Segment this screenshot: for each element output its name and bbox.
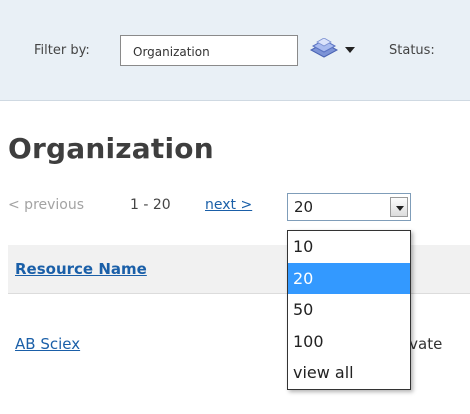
page-size-value: 20 xyxy=(294,198,314,216)
page-size-option-50[interactable]: 50 xyxy=(288,294,410,326)
page-size-option-10[interactable]: 10 xyxy=(288,231,410,263)
page-size-option-20[interactable]: 20 xyxy=(288,262,410,295)
filter-input[interactable]: Organization xyxy=(120,35,298,66)
page-size-select[interactable]: 20 xyxy=(287,193,411,221)
page-title: Organization xyxy=(8,132,214,165)
dropdown-arrow-icon[interactable] xyxy=(390,197,408,217)
page-size-option-100[interactable]: 100 xyxy=(288,326,410,358)
layers-icon xyxy=(309,38,339,58)
page-range: 1 - 20 xyxy=(130,197,171,213)
page-size-options-list: 10 20 50 100 view all xyxy=(287,230,411,390)
column-header-resource-name[interactable]: Resource Name xyxy=(15,260,147,278)
filter-by-label: Filter by: xyxy=(34,43,90,58)
chevron-down-icon xyxy=(345,47,355,53)
table-row-name-link[interactable]: AB Sciex xyxy=(15,335,80,353)
layer-filter-button[interactable] xyxy=(307,35,367,66)
next-link[interactable]: next > xyxy=(205,197,252,213)
page-size-option-view-all[interactable]: view all xyxy=(288,357,410,389)
status-label: Status: xyxy=(389,43,435,58)
filter-bar: Filter by: Organization Status: xyxy=(0,0,470,101)
previous-link[interactable]: < previous xyxy=(8,197,84,213)
